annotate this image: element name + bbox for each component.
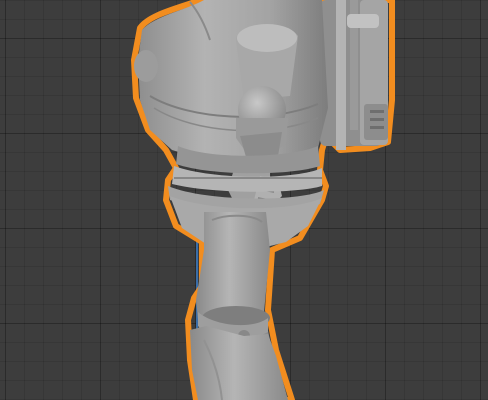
- 3d-viewport[interactable]: [0, 0, 488, 400]
- piston-assembly: [320, 0, 388, 150]
- torso-shell: [138, 0, 328, 162]
- side-cylinder: [134, 50, 158, 82]
- robot-model[interactable]: [0, 0, 488, 400]
